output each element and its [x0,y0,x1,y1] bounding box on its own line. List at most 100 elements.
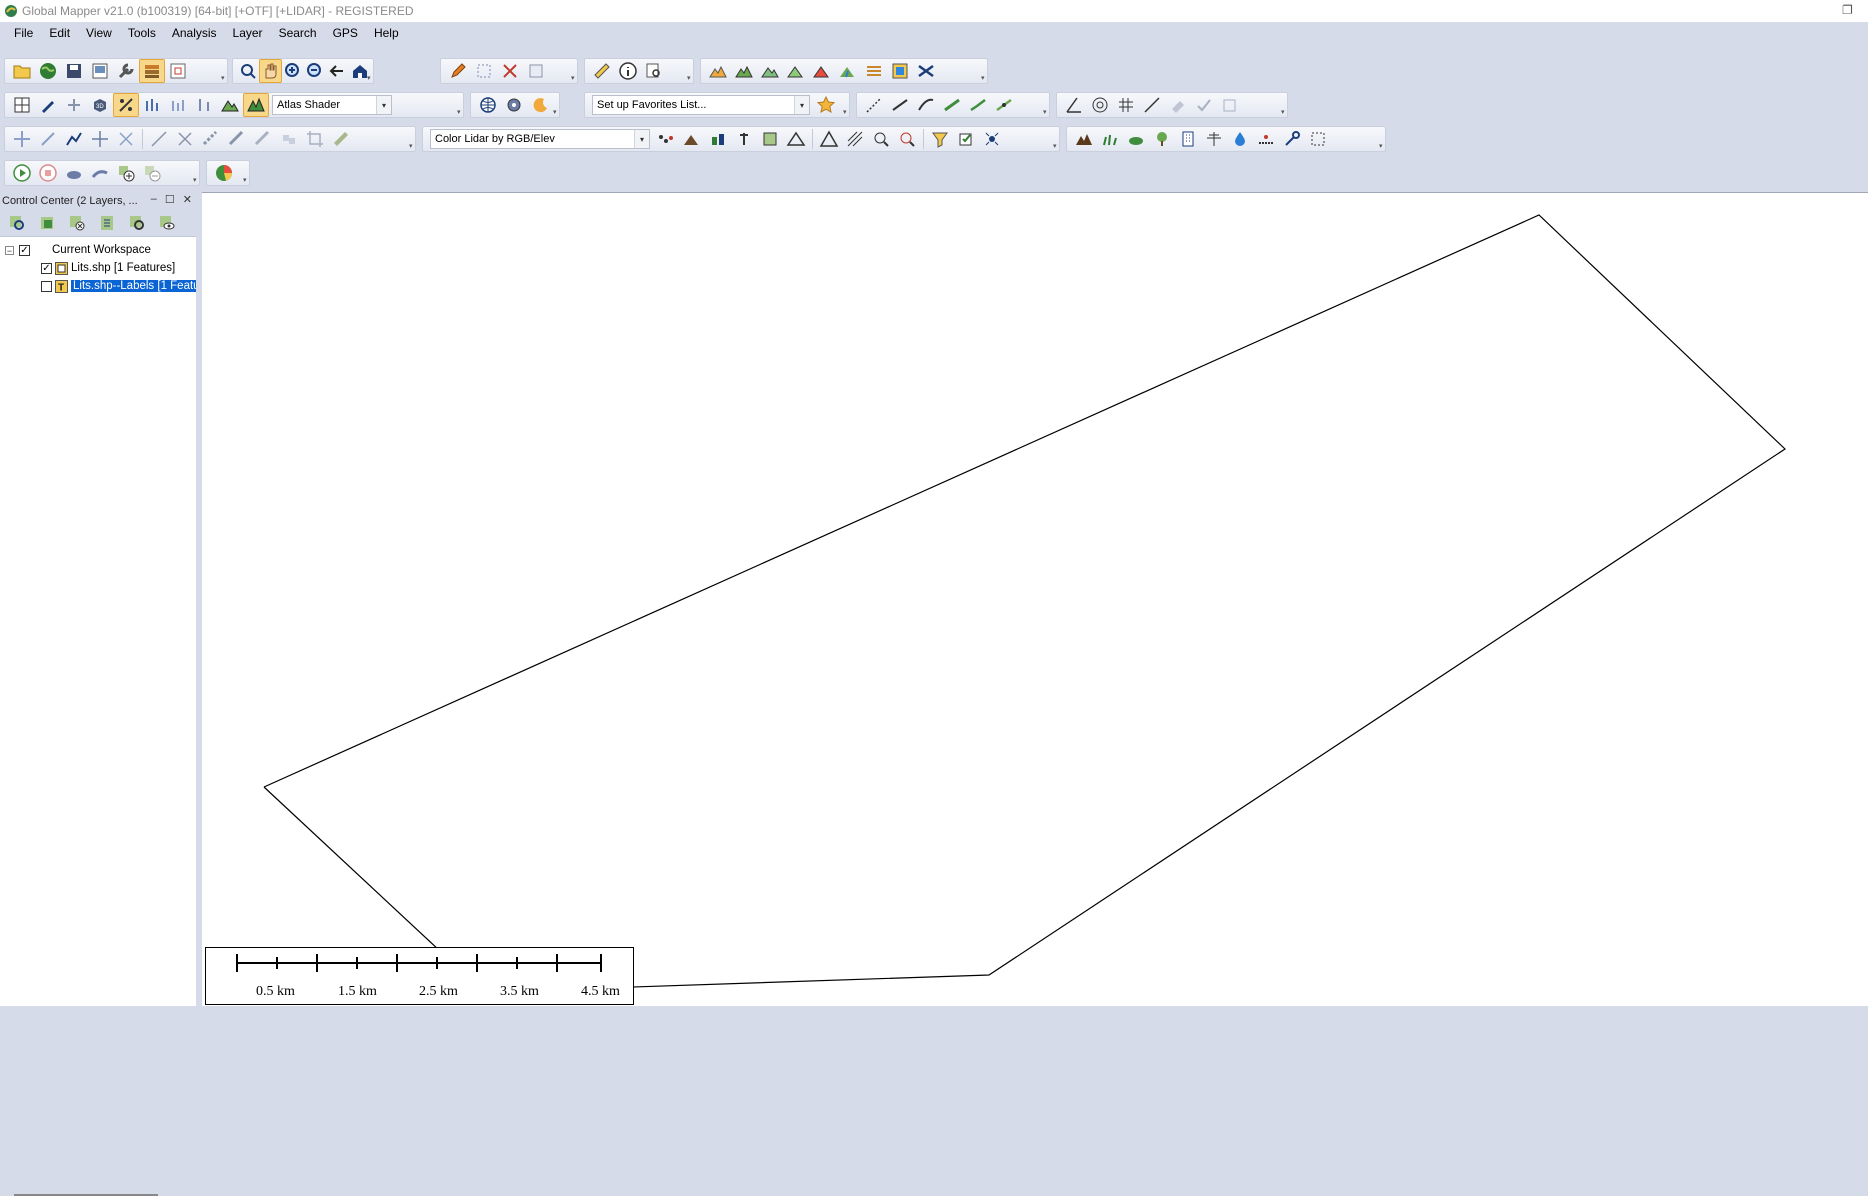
overview-map-button[interactable] [165,59,191,83]
layer-options-button[interactable] [32,211,62,235]
control-center-button[interactable] [139,59,165,83]
raster-calc-button[interactable] [887,59,913,83]
toolbar-grip[interactable]: ▾ [687,75,693,83]
toolbar-grip[interactable]: ▾ [553,109,559,117]
layer-checkbox[interactable]: ✓ [41,262,52,274]
open-file-button[interactable] [9,59,35,83]
favorites-star-button[interactable] [813,93,839,117]
path-profile-button[interactable] [35,93,61,117]
extract-terrain-button[interactable] [1071,127,1097,151]
layer-search-button[interactable] [122,211,152,235]
gps-track-button[interactable] [61,161,87,185]
layer-metadata-button[interactable] [92,211,122,235]
extract-canopy-button[interactable] [1123,127,1149,151]
reshape-tool-button[interactable] [250,127,276,151]
menu-analysis[interactable]: Analysis [164,26,225,40]
triangulate-button[interactable] [816,127,842,151]
settings-button[interactable] [501,93,527,117]
line-tool-3-button[interactable] [913,93,939,117]
zoom-out-button[interactable] [304,59,326,83]
menu-edit[interactable]: Edit [41,26,78,40]
measure-button[interactable] [589,59,615,83]
line-tool-6-button[interactable] [991,93,1017,117]
toolbar-grip[interactable]: ▾ [1053,143,1059,151]
filter-button[interactable] [927,127,953,151]
noise-button[interactable] [979,127,1005,151]
layer-close-button[interactable] [62,211,92,235]
feature-info-button[interactable] [523,59,549,83]
merge-tool-button[interactable] [276,127,302,151]
menu-view[interactable]: View [78,26,120,40]
cogo-2-button[interactable] [1087,93,1113,117]
scale-tool-button[interactable] [113,127,139,151]
pan-tool-button[interactable] [259,59,282,83]
pie-chart-button[interactable] [211,161,237,185]
classify-button[interactable] [953,127,979,151]
grid-create-button[interactable] [842,127,868,151]
lidar-tool-2-button[interactable] [679,127,705,151]
toolbar-grip[interactable]: ▾ [221,75,227,83]
lidar-tool-1-button[interactable] [653,127,679,151]
zoom-in-button[interactable] [282,59,304,83]
menu-gps[interactable]: GPS [325,26,366,40]
terrain-tool-4-button[interactable] [783,59,809,83]
lidar-query-button[interactable] [868,127,894,151]
maximize-panel-icon[interactable]: ☐ [165,193,175,206]
3d-path-button[interactable] [61,93,87,117]
print-button[interactable] [87,59,113,83]
gps-add-vertex-button[interactable] [113,161,139,185]
chevron-down-icon[interactable]: ▾ [376,96,391,114]
lidar-color-select[interactable]: Color Lidar by RGB/Elev ▾ [430,129,650,149]
extract-water-button[interactable] [1227,127,1253,151]
toolbar-grip[interactable]: ▾ [193,177,199,185]
lidar-view-1-button[interactable] [139,93,165,117]
move-tool-button[interactable] [9,127,35,151]
terrain-tool-1-button[interactable] [705,59,731,83]
toolbar-grip[interactable]: ▾ [243,177,249,185]
workspace-row[interactable]: − ✓ Current Workspace [0,241,196,259]
toolbar-grip[interactable]: ▾ [1379,143,1385,151]
view-shed-button[interactable] [809,59,835,83]
menu-file[interactable]: File [6,26,41,40]
open-online-data-button[interactable] [35,59,61,83]
delete-feature-button[interactable] [497,59,523,83]
cogo-6-button[interactable] [1191,93,1217,117]
cogo-3-button[interactable] [1113,93,1139,117]
airplane-button[interactable] [913,59,939,83]
extract-poles-button[interactable] [1279,127,1305,151]
search-feature-button[interactable] [641,59,667,83]
watershed-button[interactable] [835,59,861,83]
polygon-feature[interactable] [263,214,1786,993]
minimize-panel-icon[interactable]: – [151,193,157,206]
toolbar-grip[interactable]: ▾ [843,109,849,117]
lidar-tool-4-button[interactable] [731,127,757,151]
digitizer-button[interactable] [445,59,471,83]
line-tool-5-button[interactable] [965,93,991,117]
chevron-down-icon[interactable]: ▾ [794,96,809,114]
extract-trees-button[interactable] [1149,127,1175,151]
select-feature-button[interactable] [471,59,497,83]
previous-view-button[interactable] [326,59,348,83]
toolbar-grip[interactable]: ▾ [1281,109,1287,117]
layer-row[interactable]: ✓ Lits.shp [1 Features] [0,259,196,277]
shader-slope-button[interactable] [113,93,139,117]
layer-zoom-button[interactable] [2,211,32,235]
cogo-7-button[interactable] [1217,93,1243,117]
toolbar-grip[interactable]: ▾ [571,75,577,83]
toolbar-grip[interactable]: ▾ [367,75,373,83]
toolbar-grip[interactable]: ▾ [457,109,463,117]
shader-select[interactable]: Atlas Shader ▾ [272,95,392,115]
ruler-tool-button[interactable] [328,127,354,151]
extract-buildings-button[interactable] [1175,127,1201,151]
lidar-filter-button[interactable] [894,127,920,151]
layer-visibility-button[interactable] [152,211,182,235]
terrain-tool-3-button[interactable] [757,59,783,83]
gps-speed-button[interactable] [87,161,113,185]
line-tool-2-button[interactable] [887,93,913,117]
favorites-select[interactable]: Set up Favorites List... ▾ [592,95,810,115]
night-mode-button[interactable] [527,93,553,117]
toolbar-grip[interactable]: ▾ [409,143,415,151]
crop-tool-button[interactable] [302,127,328,151]
layer-checkbox[interactable] [41,280,52,292]
line-tool-1-button[interactable] [861,93,887,117]
